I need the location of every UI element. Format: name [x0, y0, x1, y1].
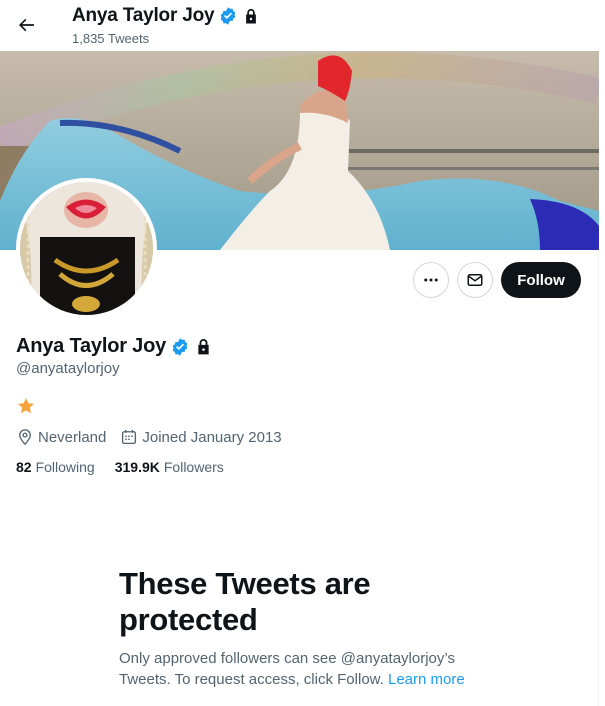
- following-count: 82: [16, 459, 32, 475]
- more-icon: [424, 278, 438, 282]
- bio: [16, 396, 36, 421]
- profile-page: Anya Taylor Joy 1,835 Tweets Follow Anya…: [0, 0, 599, 706]
- back-button[interactable]: [10, 9, 42, 41]
- location-text: Neverland: [38, 428, 107, 446]
- profile-header-bar: Anya Taylor Joy 1,835 Tweets: [0, 0, 599, 51]
- protected-body: Only approved followers can see @anyatay…: [119, 648, 499, 690]
- calendar-icon: [122, 429, 137, 445]
- follow-button[interactable]: Follow: [501, 262, 581, 298]
- back-arrow-icon: [19, 18, 34, 32]
- verified-badge-icon: [221, 7, 236, 25]
- joined-text: Joined January 2013: [142, 428, 282, 446]
- protected-tweets-notice: These Tweets are protected Only approved…: [119, 566, 499, 690]
- following-link[interactable]: 82 Following: [16, 459, 95, 475]
- mail-icon: [467, 274, 483, 286]
- lock-icon: [198, 338, 209, 355]
- following-label: Following: [35, 459, 95, 475]
- protected-title: These Tweets are protected: [119, 566, 371, 637]
- followers-link[interactable]: 319.9K Followers: [115, 459, 224, 475]
- message-button[interactable]: [457, 262, 493, 298]
- header-display-name: Anya Taylor Joy: [72, 5, 215, 26]
- more-options-button[interactable]: [413, 262, 449, 298]
- verified-badge-icon: [172, 337, 188, 356]
- header-name-row: Anya Taylor Joy: [72, 5, 260, 27]
- followers-label: Followers: [163, 459, 224, 475]
- avatar-image: [20, 182, 153, 315]
- lock-icon: [246, 8, 257, 24]
- profile-display-name: Anya Taylor Joy: [16, 335, 167, 357]
- location-pin-icon: [19, 429, 31, 446]
- profile-name-row: Anya Taylor Joy: [16, 335, 213, 358]
- profile-avatar[interactable]: [16, 178, 157, 319]
- star-icon: [17, 398, 35, 414]
- follow-stats: 82 Following 319.9K Followers: [16, 459, 244, 475]
- learn-more-link[interactable]: Learn more: [388, 671, 465, 688]
- header-tweet-count: 1,835 Tweets: [72, 31, 150, 46]
- profile-handle: @anyataylorjoy: [16, 360, 120, 377]
- location-item: Neverland: [16, 428, 106, 446]
- profile-meta: Neverland Joined January 2013: [16, 428, 296, 446]
- followers-count: 319.9K: [114, 459, 160, 475]
- joined-item: Joined January 2013: [120, 428, 282, 446]
